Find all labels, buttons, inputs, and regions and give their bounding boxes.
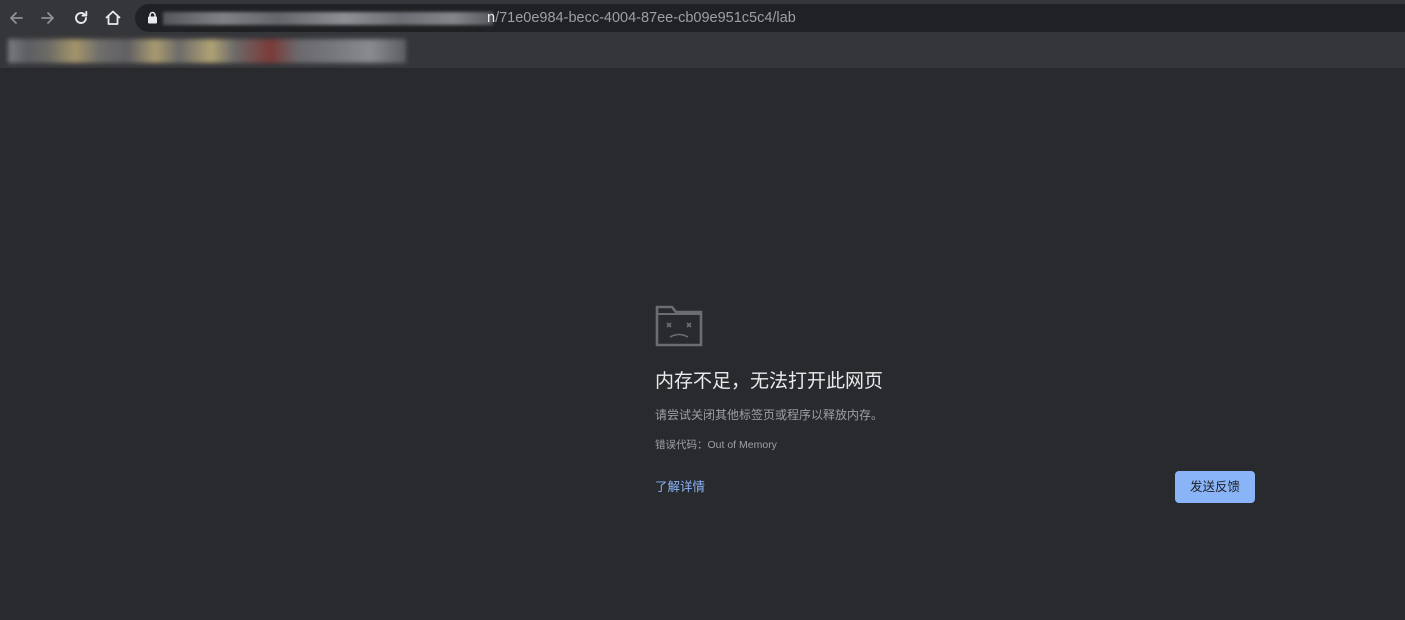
home-button[interactable] <box>99 4 127 32</box>
url-host-tail: n <box>487 10 496 26</box>
learn-more-link[interactable]: 了解详情 <box>655 479 705 495</box>
browser-toolbar: n/71e0e984-becc-4004-87ee-cb09e951c5c4/l… <box>0 0 1405 36</box>
reload-icon <box>75 10 88 24</box>
lock-icon[interactable] <box>147 11 158 24</box>
forward-arrow-icon <box>41 12 54 24</box>
url-redacted-segment <box>163 12 493 25</box>
reload-button[interactable] <box>67 4 95 32</box>
back-button[interactable] <box>2 4 30 32</box>
sad-folder-icon <box>655 305 703 347</box>
send-feedback-button[interactable]: 发送反馈 <box>1175 471 1255 503</box>
forward-button[interactable] <box>34 4 62 32</box>
url-text: n/71e0e984-becc-4004-87ee-cb09e951c5c4/l… <box>487 10 796 26</box>
bookmarks-bar <box>0 36 1405 68</box>
error-code: 错误代码：Out of Memory <box>655 439 777 451</box>
url-path: 71e0e984-becc-4004-87ee-cb09e951c5c4/lab <box>499 10 796 26</box>
home-icon <box>105 10 121 25</box>
back-arrow-icon <box>10 12 23 24</box>
address-bar[interactable]: n/71e0e984-becc-4004-87ee-cb09e951c5c4/l… <box>135 4 1405 32</box>
error-hint: 请尝试关闭其他标签页或程序以释放内存。 <box>655 408 884 422</box>
error-title: 内存不足，无法打开此网页 <box>655 371 884 392</box>
bookmarks-redacted <box>8 39 406 63</box>
error-page: 内存不足，无法打开此网页 请尝试关闭其他标签页或程序以释放内存。 错误代码：Ou… <box>0 68 1405 620</box>
